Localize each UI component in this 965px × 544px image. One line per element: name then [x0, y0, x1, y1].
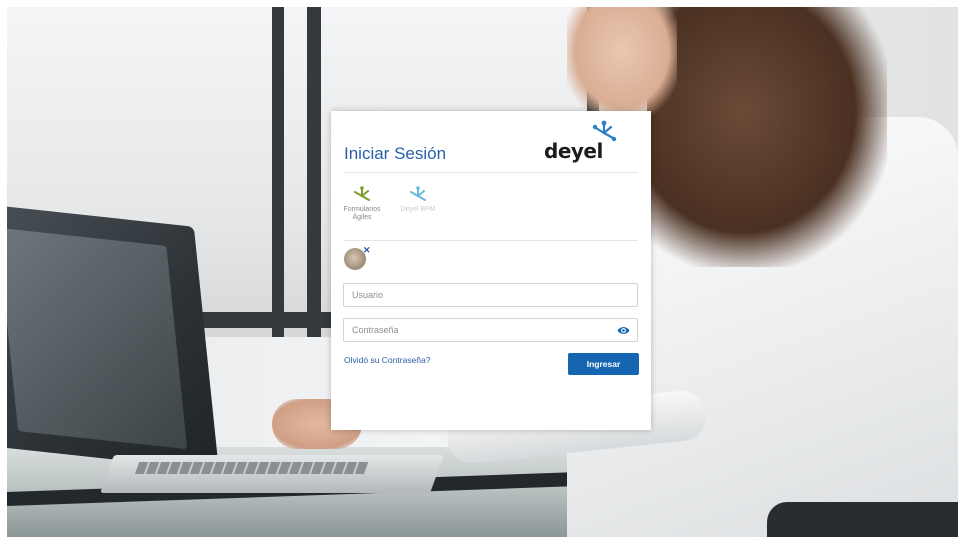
laptop-keys — [134, 462, 370, 474]
person-hair — [647, 7, 887, 267]
window-frame — [272, 7, 284, 337]
app-label: Formularios Ágiles — [337, 206, 387, 222]
page-title: Iniciar Sesión — [344, 144, 447, 163]
password-field[interactable] — [343, 318, 638, 342]
divider — [344, 240, 638, 241]
laptop-base — [100, 455, 444, 493]
person-pants — [767, 502, 958, 537]
app-formularios-agiles[interactable]: Formularios Ágiles — [337, 185, 387, 235]
username-input[interactable] — [344, 284, 637, 306]
app-label-line: Ágiles — [352, 214, 372, 221]
blue-frog-icon — [410, 186, 426, 201]
login-button[interactable]: Ingresar — [568, 353, 639, 375]
laptop-screen — [7, 203, 219, 471]
forgot-password-link[interactable]: Olvidó su Contraseña? — [344, 355, 430, 365]
logo-text: deyel — [544, 139, 603, 163]
app-label: Deyel BPM — [400, 206, 436, 213]
person-face — [567, 7, 677, 117]
app-deyel-bpm[interactable]: Deyel BPM — [393, 185, 443, 235]
login-card: Iniciar Sesión deyel Formularios Ágiles … — [331, 111, 651, 430]
green-frog-icon — [354, 186, 370, 201]
app-label-line: Formularios — [343, 206, 381, 213]
password-input[interactable] — [344, 319, 637, 341]
deyel-logo: deyel — [544, 119, 642, 163]
window-frame — [307, 7, 321, 337]
close-icon[interactable]: ✕ — [363, 246, 371, 255]
username-field[interactable] — [343, 283, 638, 307]
divider — [344, 172, 638, 173]
eye-icon[interactable] — [617, 325, 630, 336]
